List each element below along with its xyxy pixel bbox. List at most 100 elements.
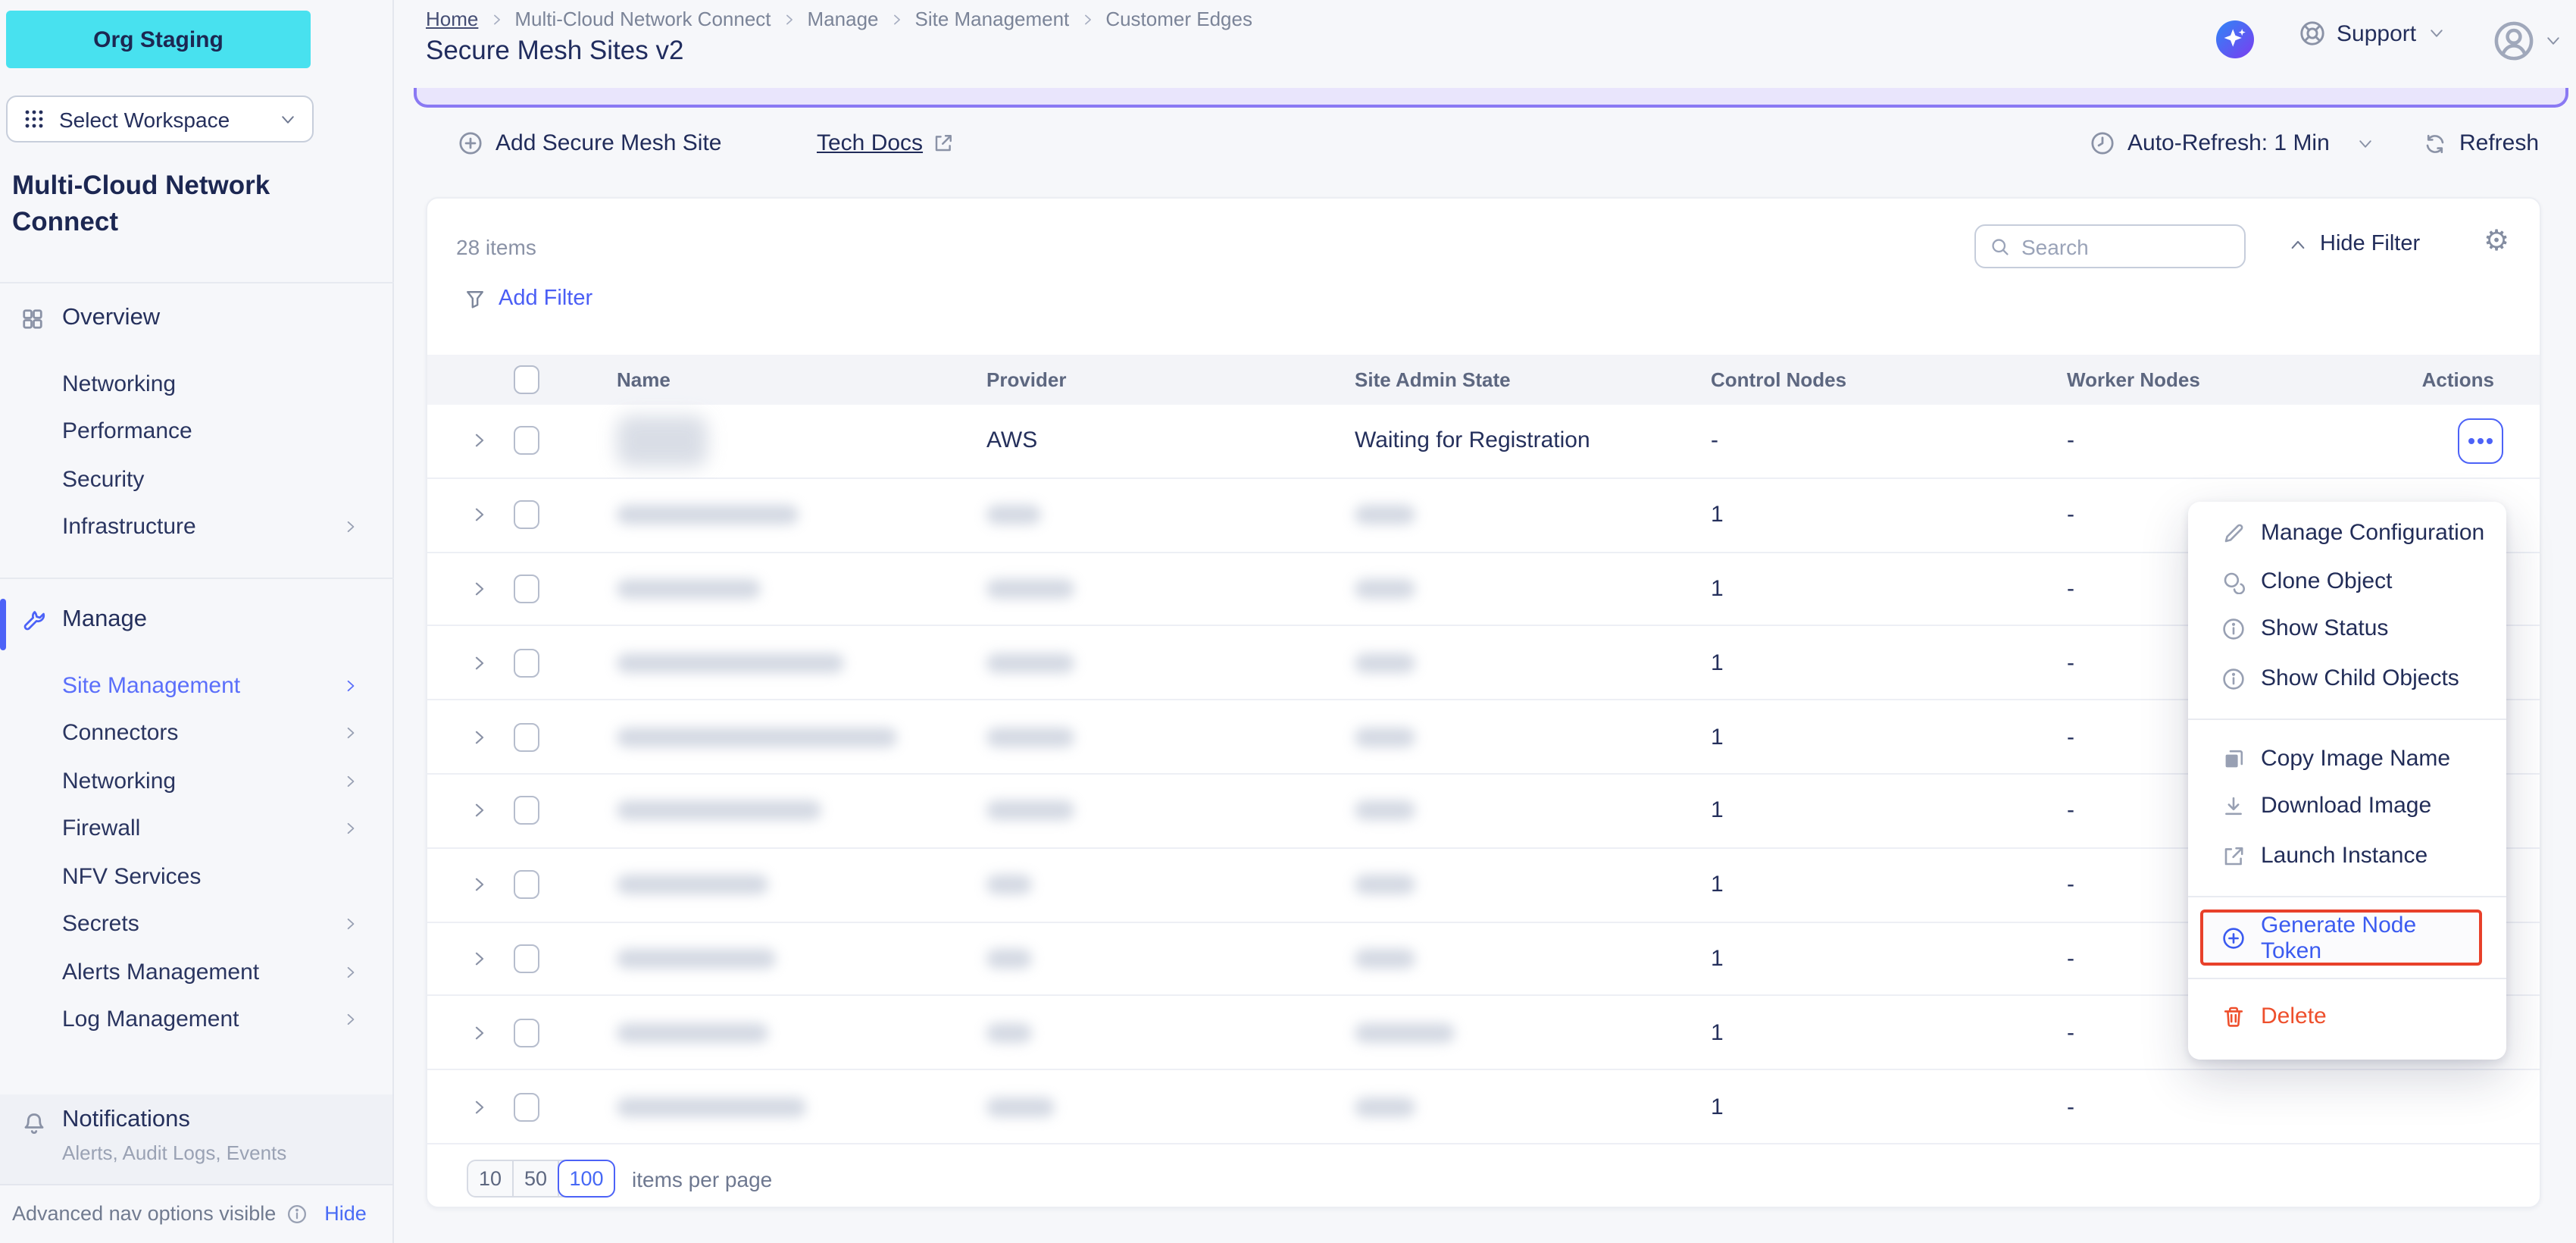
row-checkbox[interactable]: [514, 649, 539, 678]
user-menu[interactable]: [2493, 20, 2562, 62]
search-input[interactable]: [2021, 234, 2218, 258]
app-window: Org Staging Select Workspace Multi-Cloud…: [0, 0, 2576, 1243]
org-staging-button[interactable]: Org Staging: [6, 11, 311, 68]
column-header-provider[interactable]: Provider: [986, 355, 1067, 405]
row-checkbox[interactable]: [514, 944, 539, 973]
redacted-state: [1355, 801, 1415, 821]
gear-icon[interactable]: ⚙: [2484, 227, 2509, 256]
ai-assistant-button[interactable]: [2215, 20, 2255, 59]
provider-cell: AWS: [986, 405, 1037, 477]
redacted-state: [1355, 875, 1415, 894]
page-size-option-100[interactable]: 100: [558, 1160, 615, 1198]
row-expand-chevron[interactable]: [470, 553, 489, 625]
support-menu[interactable]: Support: [2299, 20, 2445, 47]
row-expand-chevron[interactable]: [470, 849, 489, 922]
sidebar-item-performance[interactable]: Performance: [62, 412, 392, 451]
site-admin-state-cell: [1355, 700, 1415, 773]
sidebar-item-site-management[interactable]: Site Management: [62, 665, 392, 705]
sidebar-item-notifications[interactable]: Notifications Alerts, Audit Logs, Events: [0, 1094, 392, 1184]
tech-docs-link[interactable]: Tech Docs: [817, 130, 955, 156]
row-expand-chevron[interactable]: [470, 627, 489, 700]
sidebar-item-connectors[interactable]: Connectors: [62, 713, 392, 753]
refresh-button[interactable]: Refresh: [2423, 130, 2539, 156]
redacted-state: [1355, 727, 1415, 747]
menu-item-clone-object[interactable]: Clone Object: [2188, 558, 2506, 605]
select-all-checkbox[interactable]: [514, 365, 539, 394]
row-expand-chevron[interactable]: [470, 700, 489, 773]
menu-item-manage-configuration[interactable]: Manage Configuration: [2188, 509, 2506, 556]
divider: [0, 578, 394, 579]
row-checkbox[interactable]: [514, 1019, 539, 1047]
column-header-worker-nodes[interactable]: Worker Nodes: [2067, 355, 2200, 405]
provider-cell: [986, 922, 1032, 995]
site-admin-state-cell: [1355, 997, 1455, 1069]
redacted-name: [617, 579, 761, 599]
row-expand-chevron[interactable]: [470, 997, 489, 1069]
breadcrumb-item[interactable]: Multi-Cloud Network Connect: [514, 8, 771, 30]
row-expand-chevron[interactable]: [470, 922, 489, 995]
add-filter-button[interactable]: Add Filter: [464, 286, 592, 311]
page-size-option-10[interactable]: 10: [468, 1161, 514, 1196]
sidebar-item-nfv-services[interactable]: NFV Services: [62, 856, 392, 896]
column-header-name[interactable]: Name: [617, 355, 671, 405]
nav-item-label: NFV Services: [62, 863, 201, 889]
row-actions-menu: Manage ConfigurationClone ObjectShow Sta…: [2188, 502, 2506, 1060]
menu-item-download-image[interactable]: Download Image: [2188, 782, 2506, 829]
tech-docs-label: Tech Docs: [817, 130, 923, 156]
info-circle-icon: [2221, 666, 2246, 690]
sidebar-item-alerts-management[interactable]: Alerts Management: [62, 952, 392, 991]
sidebar-item-manage[interactable]: Manage: [20, 606, 147, 634]
sidebar-item-firewall[interactable]: Firewall: [62, 809, 392, 848]
menu-item-show-status[interactable]: Show Status: [2188, 605, 2506, 652]
chevron-right-icon: [782, 11, 797, 27]
hide-filter-button[interactable]: Hide Filter: [2288, 232, 2420, 256]
add-secure-mesh-site-button[interactable]: Add Secure Mesh Site: [458, 130, 722, 156]
redacted-state: [1355, 653, 1415, 673]
row-checkbox[interactable]: [514, 427, 539, 456]
menu-item-show-child-objects[interactable]: Show Child Objects: [2188, 655, 2506, 702]
menu-item-delete[interactable]: Delete: [2188, 993, 2506, 1040]
row-checkbox[interactable]: [514, 722, 539, 751]
search-icon: [1990, 236, 2011, 257]
add-filter-label: Add Filter: [499, 286, 592, 311]
sidebar-item-log-management[interactable]: Log Management: [62, 1000, 392, 1039]
menu-item-copy-image-name[interactable]: Copy Image Name: [2188, 735, 2506, 782]
breadcrumb-item[interactable]: Site Management: [915, 8, 1070, 30]
redacted-state: [1355, 505, 1415, 524]
sidebar-item-networking[interactable]: Networking: [62, 761, 392, 800]
chevron-right-icon: [342, 677, 359, 694]
sidebar-item-secrets[interactable]: Secrets: [62, 904, 392, 944]
row-actions-button[interactable]: [2458, 418, 2503, 464]
row-checkbox[interactable]: [514, 1092, 539, 1121]
row-expand-chevron[interactable]: [470, 775, 489, 847]
row-checkbox[interactable]: [514, 870, 539, 899]
row-expand-chevron[interactable]: [470, 479, 489, 552]
sidebar-item-security[interactable]: Security: [62, 459, 392, 499]
row-checkbox[interactable]: [514, 797, 539, 825]
nav-item-label: Security: [62, 466, 144, 492]
row-checkbox[interactable]: [514, 500, 539, 529]
sidebar-item-infrastructure[interactable]: Infrastructure: [62, 507, 392, 546]
nav-item-label: Log Management: [62, 1007, 239, 1032]
column-header-site-admin-state[interactable]: Site Admin State: [1355, 355, 1511, 405]
column-header-control-nodes[interactable]: Control Nodes: [1711, 355, 1846, 405]
site-admin-state-cell: [1355, 1070, 1415, 1143]
breadcrumb-item[interactable]: Manage: [808, 8, 879, 30]
auto-refresh-dropdown[interactable]: Auto-Refresh: 1 Min: [2090, 130, 2375, 156]
sidebar-item-overview[interactable]: Overview: [20, 305, 160, 332]
page-size-option-50[interactable]: 50: [514, 1161, 559, 1196]
hide-nav-button[interactable]: Hide: [324, 1202, 367, 1225]
sidebar-item-networking[interactable]: Networking: [62, 364, 392, 403]
hide-filter-label: Hide Filter: [2320, 232, 2420, 256]
worker-nodes-cell: -: [2067, 997, 2074, 1069]
menu-item-generate-node-token[interactable]: Generate Node Token: [2200, 910, 2482, 966]
redacted-provider: [986, 875, 1032, 894]
workspace-selector[interactable]: Select Workspace: [6, 95, 314, 142]
breadcrumb-item[interactable]: Home: [426, 8, 478, 30]
name-cell: [617, 405, 708, 477]
row-expand-chevron[interactable]: [470, 1070, 489, 1143]
row-checkbox[interactable]: [514, 575, 539, 603]
menu-item-label: Download Image: [2261, 793, 2431, 819]
menu-item-launch-instance[interactable]: Launch Instance: [2188, 832, 2506, 879]
row-expand-chevron[interactable]: [470, 405, 489, 477]
